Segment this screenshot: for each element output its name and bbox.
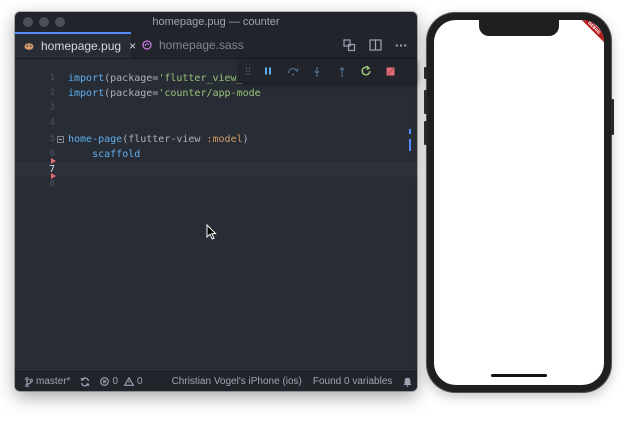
sass-file-icon	[142, 40, 152, 50]
minimize-window-button[interactable]	[39, 17, 49, 27]
current-line-highlight	[15, 162, 417, 177]
maximize-window-button[interactable]	[55, 17, 65, 27]
phone-screen[interactable]: DEBUG	[434, 20, 604, 385]
title-bar[interactable]: homepage.pug — counter	[15, 12, 417, 32]
debug-banner: DEBUG	[574, 20, 604, 48]
pause-icon[interactable]	[256, 60, 281, 82]
editor-toolbar: ···	[341, 37, 409, 53]
tab-homepage-sass[interactable]: homepage.sass	[133, 32, 253, 58]
tab-bar: homepage.pug × homepage.sass ···	[15, 32, 417, 59]
close-window-button[interactable]	[23, 17, 33, 27]
split-pane-icon[interactable]	[367, 37, 383, 53]
stop-icon[interactable]	[379, 60, 404, 82]
copy-tree-icon[interactable]	[341, 37, 357, 53]
scrollbar-marker	[409, 139, 411, 151]
step-into-icon[interactable]	[305, 60, 330, 82]
fold-toggle-icon[interactable]	[57, 136, 64, 143]
window-title: homepage.pug — counter	[152, 16, 280, 28]
line-number: 4	[49, 118, 55, 128]
warning-icon	[124, 377, 135, 386]
git-branch[interactable]: master*	[25, 376, 70, 387]
debug-toolbar	[240, 60, 417, 82]
mute-switch	[424, 67, 427, 79]
more-icon[interactable]: ···	[393, 37, 409, 53]
device-selector[interactable]: Christian Vogel's iPhone (ios)	[172, 376, 302, 387]
notifications-bell-icon[interactable]	[403, 377, 412, 387]
warning-count: 0	[137, 376, 143, 387]
home-indicator[interactable]	[491, 374, 547, 377]
phone-simulator: DEBUG	[424, 13, 614, 392]
line-number-current: 7	[48, 164, 55, 175]
error-icon	[100, 377, 110, 386]
line-number: 3	[49, 103, 55, 113]
volume-up-button	[424, 90, 427, 114]
breakpoint-marker-icon[interactable]	[51, 173, 56, 179]
step-over-icon[interactable]	[281, 60, 306, 82]
scrollbar-marker	[409, 129, 411, 134]
line-number: 8	[49, 179, 55, 189]
code-line-6: scaffold	[92, 149, 141, 160]
error-count: 0	[112, 376, 119, 387]
hot-reload-icon[interactable]	[354, 60, 379, 82]
sync-icon[interactable]	[80, 377, 90, 387]
branch-name: master*	[36, 376, 71, 387]
code-line-5: home-page(flutter-view :model)	[68, 134, 249, 145]
line-number: 1	[49, 73, 55, 83]
line-number: 5	[49, 134, 55, 144]
diagnostics[interactable]: 0 0	[100, 376, 143, 387]
variables-status: Found 0 variables	[312, 376, 393, 387]
tab-label: homepage.pug	[41, 39, 122, 53]
git-branch-icon	[25, 376, 33, 387]
line-number: 6	[49, 149, 55, 159]
drag-handle-icon[interactable]	[240, 66, 256, 76]
code-line-2: import(package='counter/app-mode	[68, 88, 261, 99]
status-bar: master* 0 0 Christian Vogel's iPhone (io…	[15, 371, 417, 391]
mouse-cursor-icon	[206, 224, 217, 240]
step-out-icon[interactable]	[330, 60, 355, 82]
notch	[479, 20, 559, 36]
volume-down-button	[424, 121, 427, 145]
tab-homepage-pug[interactable]: homepage.pug ×	[15, 32, 136, 58]
power-button	[611, 99, 614, 135]
code-line-1: import(package='flutter_view_to	[68, 73, 255, 84]
code-editor[interactable]: 1 2 3 4 5 6 7 8 import(package='flutter_…	[15, 59, 417, 372]
line-number: 2	[49, 88, 55, 98]
desktop: homepage.pug — counter homepage.pug × ho…	[0, 0, 634, 424]
tab-label: homepage.sass	[159, 38, 244, 52]
pug-file-icon	[24, 41, 34, 51]
breakpoint-marker-icon[interactable]	[51, 158, 56, 164]
